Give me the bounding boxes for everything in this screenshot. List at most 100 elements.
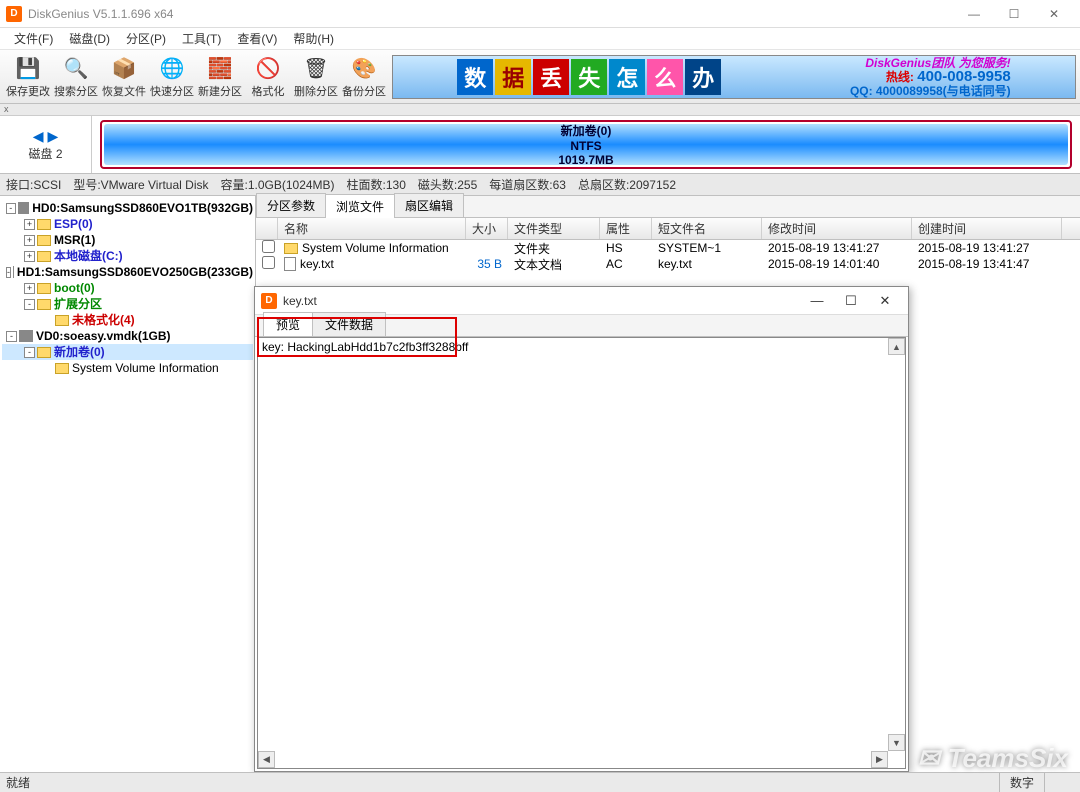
tree-node[interactable]: -扩展分区	[2, 296, 253, 312]
tool-label: 新建分区	[198, 83, 242, 99]
preview-close-button[interactable]: ✕	[868, 293, 902, 309]
tree-node[interactable]: 未格式化(4)	[2, 312, 253, 328]
disk-nav-label: 磁盘 2	[28, 145, 62, 162]
tab-sector-edit[interactable]: 扇区编辑	[394, 193, 464, 217]
tool-new-partition[interactable]: 🧱新建分区	[196, 52, 244, 102]
preview-title: key.txt	[283, 294, 800, 308]
tree-node[interactable]: +MSR(1)	[2, 232, 253, 248]
row-checkbox[interactable]	[262, 240, 275, 253]
disk-icon	[13, 266, 14, 278]
tree-node[interactable]: -VD0:soeasy.vmdk(1GB)	[2, 328, 253, 344]
search-icon: 🔍	[62, 55, 90, 83]
tree-node[interactable]: + 本地磁盘(C:)	[2, 248, 253, 264]
tool-search-partition[interactable]: 🔍搜索分区	[52, 52, 100, 102]
info-capacity: 容量:1.0GB(1024MB)	[221, 176, 335, 193]
tool-format[interactable]: 🚫格式化	[244, 52, 292, 102]
banner-char: 怎	[609, 59, 645, 95]
tool-backup-partition[interactable]: 🎨备份分区	[340, 52, 388, 102]
preview-minimize-button[interactable]: —	[800, 293, 834, 308]
expand-icon[interactable]: -	[24, 347, 35, 358]
tool-label: 删除分区	[294, 83, 338, 99]
volume-block[interactable]: 新加卷(0) NTFS 1019.7MB	[100, 120, 1072, 169]
volume-fs: NTFS	[570, 139, 601, 153]
preview-maximize-button[interactable]: ☐	[834, 293, 868, 309]
folder-icon	[37, 283, 51, 294]
app-logo-icon: D	[6, 6, 22, 22]
close-button[interactable]: ✕	[1034, 4, 1074, 24]
tree-node-label: 本地磁盘(C:)	[54, 248, 123, 264]
column-header[interactable]: 大小	[466, 218, 508, 239]
expand-icon[interactable]: -	[6, 331, 17, 342]
file-row[interactable]: key.txt35 B文本文档ACkey.txt2015-08-19 14:01…	[256, 256, 1080, 272]
expand-icon[interactable]: +	[24, 251, 35, 262]
minimize-button[interactable]: —	[954, 4, 994, 24]
info-interface: 接口:SCSI	[6, 176, 61, 193]
scroll-up-button[interactable]: ▲	[888, 338, 905, 355]
menu-disk[interactable]: 磁盘(D)	[61, 28, 118, 49]
maximize-button[interactable]: ☐	[994, 4, 1034, 24]
expand-icon[interactable]: +	[24, 235, 35, 246]
menu-tools[interactable]: 工具(T)	[174, 28, 229, 49]
save-icon: 💾	[14, 55, 42, 83]
tree-node[interactable]: +boot(0)	[2, 280, 253, 296]
tree-node[interactable]: +ESP(0)	[2, 216, 253, 232]
panel-close-bar[interactable]: x	[0, 104, 1080, 116]
file-ctime: 2015-08-19 13:41:27	[912, 241, 1062, 255]
folder-icon	[37, 235, 51, 246]
tab-browse-files[interactable]: 浏览文件	[325, 194, 395, 218]
tree-node[interactable]: System Volume Information	[2, 360, 253, 376]
scroll-right-button[interactable]: ▶	[871, 751, 888, 768]
tool-quick-partition[interactable]: 🌐快速分区	[148, 52, 196, 102]
tool-delete-partition[interactable]: 🗑删除分区	[292, 52, 340, 102]
menu-partition[interactable]: 分区(P)	[118, 28, 174, 49]
menu-help[interactable]: 帮助(H)	[285, 28, 342, 49]
disk-tree[interactable]: -HD0:SamsungSSD860EVO1TB(932GB)+ESP(0)+M…	[0, 196, 256, 772]
status-ready: 就绪	[6, 774, 30, 791]
preview-tab-preview[interactable]: 预览	[263, 312, 313, 336]
banner-hotline: 400-008-9958	[917, 68, 1010, 85]
row-checkbox[interactable]	[262, 256, 275, 269]
column-header[interactable]: 属性	[600, 218, 652, 239]
folder-icon	[37, 299, 51, 310]
scroll-left-button[interactable]: ◀	[258, 751, 275, 768]
new-icon: 🧱	[206, 55, 234, 83]
file-row[interactable]: System Volume Information文件夹HSSYSTEM~120…	[256, 240, 1080, 256]
banner-qq: QQ: 4000089958(与电话同号)	[850, 84, 1011, 98]
toolbar: 💾保存更改 🔍搜索分区 📦恢复文件 🌐快速分区 🧱新建分区 🚫格式化 🗑删除分区…	[0, 50, 1080, 104]
column-header[interactable]: 文件类型	[508, 218, 600, 239]
expand-icon[interactable]: -	[6, 203, 16, 214]
scroll-down-button[interactable]: ▼	[888, 734, 905, 751]
preview-tab-filedata[interactable]: 文件数据	[312, 312, 386, 336]
preview-content[interactable]: key: HackingLabHdd1b7c2fb3ff3288bff ▲ ▼ …	[257, 337, 906, 769]
tree-node[interactable]: -HD1:SamsungSSD860EVO250GB(233GB)	[2, 264, 253, 280]
pane-tabs: 分区参数 浏览文件 扇区编辑	[256, 196, 1080, 218]
disk-nav-arrows[interactable]: ◀ ▶	[33, 128, 58, 145]
tool-save[interactable]: 💾保存更改	[4, 52, 52, 102]
disk-icon	[18, 202, 30, 214]
tab-partition-params[interactable]: 分区参数	[256, 193, 326, 217]
menu-view[interactable]: 查看(V)	[229, 28, 285, 49]
file-type: 文件夹	[508, 240, 600, 257]
column-header[interactable]: 修改时间	[762, 218, 912, 239]
info-heads: 磁头数:255	[418, 176, 477, 193]
delete-icon: 🗑	[302, 55, 330, 83]
menu-file[interactable]: 文件(F)	[6, 28, 61, 49]
column-header[interactable]: 创建时间	[912, 218, 1062, 239]
tree-node[interactable]: -HD0:SamsungSSD860EVO1TB(932GB)	[2, 200, 253, 216]
menubar: 文件(F) 磁盘(D) 分区(P) 工具(T) 查看(V) 帮助(H)	[0, 28, 1080, 50]
expand-icon[interactable]: +	[24, 283, 35, 294]
expand-icon[interactable]: -	[6, 267, 11, 278]
disk-nav: ◀ ▶ 磁盘 2	[0, 116, 92, 173]
file-icon	[284, 257, 296, 271]
file-name: key.txt	[278, 257, 466, 272]
expand-icon[interactable]: +	[24, 219, 35, 230]
column-header[interactable]: 短文件名	[652, 218, 762, 239]
tool-recover-files[interactable]: 📦恢复文件	[100, 52, 148, 102]
file-attr: AC	[600, 257, 652, 271]
column-header[interactable]	[256, 218, 278, 239]
preview-titlebar[interactable]: D key.txt — ☐ ✕	[255, 287, 908, 315]
file-name: System Volume Information	[278, 241, 466, 255]
tree-node[interactable]: -新加卷(0)	[2, 344, 253, 360]
expand-icon[interactable]: -	[24, 299, 35, 310]
column-header[interactable]: 名称	[278, 218, 466, 239]
